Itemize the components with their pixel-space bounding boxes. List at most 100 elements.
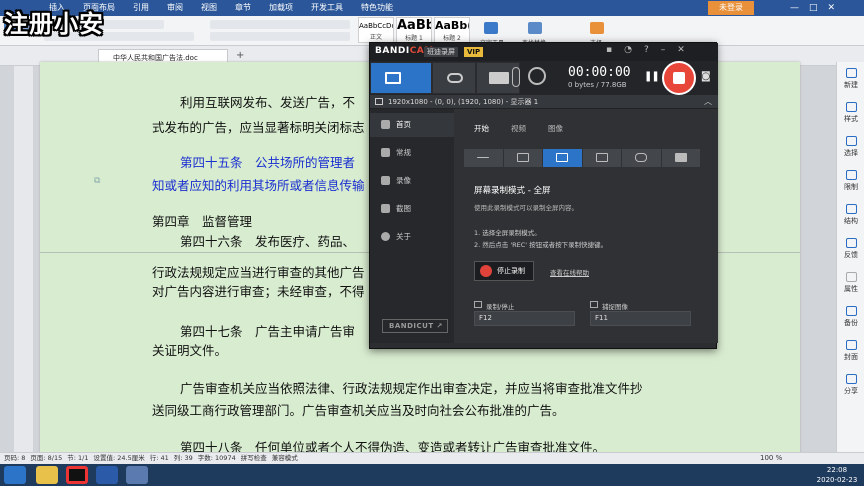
bandicam-tabs: 开始 视频 图像 bbox=[474, 123, 563, 134]
style-heading2[interactable]: AaBb(标题 2 bbox=[434, 17, 470, 43]
right-panel-share[interactable]: 分享 bbox=[837, 374, 864, 396]
sidebar-item-image[interactable]: 截图 bbox=[370, 197, 454, 221]
share-icon bbox=[845, 374, 857, 384]
explorer-taskbar-icon[interactable] bbox=[36, 466, 58, 484]
right-panel-structure[interactable]: 结构 bbox=[837, 204, 864, 226]
sidebar-item-general[interactable]: 常规 bbox=[370, 141, 454, 165]
tab-developer[interactable]: 开发工具 bbox=[302, 0, 352, 16]
find-replace-icon[interactable] bbox=[528, 22, 542, 34]
right-panel-properties[interactable]: 属性 bbox=[837, 272, 864, 294]
keyboard-icon bbox=[474, 301, 482, 308]
status-section: 节: 1/1 bbox=[67, 454, 89, 462]
doc-line: 送同级工商行政管理部门。广告审查机关应当及时向社会公布批准的广告。 bbox=[152, 403, 565, 418]
webcam-icon[interactable] bbox=[528, 67, 546, 85]
status-compat-mode: 兼容模式 bbox=[271, 454, 298, 462]
bandicut-button[interactable]: BANDICUT ↗ bbox=[382, 319, 448, 333]
hdmi-icon bbox=[674, 153, 687, 162]
screen-mode-button[interactable] bbox=[370, 62, 432, 94]
doc-line: 知或者应知的利用其场所或者信息传输 bbox=[152, 178, 365, 193]
right-panel-feedback[interactable]: 反馈 bbox=[837, 238, 864, 260]
record-dot-icon bbox=[480, 265, 492, 277]
tab-addins[interactable]: 加载项 bbox=[260, 0, 302, 16]
pause-icon[interactable]: ❚❚ bbox=[644, 71, 660, 82]
right-panel-new[interactable]: 新建 bbox=[837, 68, 864, 90]
status-spellcheck[interactable]: 拼写检查 bbox=[241, 452, 267, 464]
vip-badge[interactable]: VIP bbox=[464, 47, 484, 57]
bandicam-taskbar-icon[interactable] bbox=[66, 466, 88, 484]
sidebar-item-label: 关于 bbox=[396, 232, 411, 241]
right-panel-label: 分享 bbox=[844, 387, 858, 395]
status-items: 页码: 8 页面: 8/15 节: 1/1 设置值: 24.5厘米 行: 41 … bbox=[4, 452, 298, 464]
right-panel-restrict[interactable]: 限制 bbox=[837, 170, 864, 192]
microphone-icon[interactable] bbox=[512, 67, 520, 87]
hotkey-record-field[interactable]: F12 bbox=[474, 311, 575, 326]
mode-rectangle-button[interactable] bbox=[503, 149, 542, 167]
right-panel-style[interactable]: 样式 bbox=[837, 102, 864, 124]
close-button[interactable]: ✕ bbox=[828, 0, 836, 16]
right-panel-label: 结构 bbox=[844, 217, 858, 225]
mode-fullscreen-button[interactable] bbox=[543, 149, 582, 167]
alignment-tools[interactable] bbox=[210, 32, 350, 41]
monitor-icon bbox=[385, 72, 401, 84]
select-icon[interactable] bbox=[590, 22, 604, 34]
right-panel-cover[interactable]: 封面 bbox=[837, 340, 864, 362]
screenshot-camera-icon[interactable]: ◙ bbox=[701, 71, 711, 82]
right-panel-select[interactable]: 选择 bbox=[837, 136, 864, 158]
select-cursor-icon bbox=[845, 136, 857, 146]
right-panel-backup[interactable]: 备份 bbox=[837, 306, 864, 328]
zoom-level[interactable]: 100 % bbox=[760, 452, 782, 464]
instruction-step-2: 2. 然后点击 'REC' 按钮或者按下录制快捷键。 bbox=[474, 241, 608, 249]
style-heading1[interactable]: AaBb 标题 1 bbox=[396, 17, 432, 43]
text-tools-icon[interactable] bbox=[484, 22, 498, 34]
lock-icon[interactable]: ▪ bbox=[606, 45, 612, 55]
hotkey-capture-field[interactable]: F11 bbox=[590, 311, 691, 326]
record-mode-selector bbox=[464, 149, 700, 167]
right-panel-label: 新建 bbox=[844, 81, 858, 89]
mode-back-button[interactable] bbox=[464, 149, 503, 167]
minimize-icon[interactable]: – bbox=[661, 45, 666, 55]
status-word-count[interactable]: 字数: 10974 bbox=[198, 452, 236, 464]
right-side-panel: 新建 样式 选择 限制 结构 反馈 属性 备份 封面 分享 bbox=[836, 62, 864, 452]
mode-device-button[interactable] bbox=[661, 149, 700, 167]
doc-line: 式发布的广告，应当显著标明关闭标志 bbox=[152, 120, 365, 135]
style-normal[interactable]: AaBbCcDd 正文 bbox=[358, 17, 394, 43]
help-icon[interactable]: ? bbox=[644, 45, 649, 55]
clock-time: 22:08 bbox=[826, 466, 848, 474]
start-button[interactable] bbox=[4, 466, 26, 484]
gear-icon bbox=[381, 148, 390, 157]
online-help-link[interactable]: 查看在线帮助 bbox=[550, 267, 589, 277]
mode-game-button[interactable] bbox=[622, 149, 661, 167]
wps-taskbar-icon[interactable] bbox=[96, 466, 118, 484]
tab-references[interactable]: 引用 bbox=[124, 0, 158, 16]
login-button[interactable]: 未登录 bbox=[708, 1, 754, 15]
game-mode-button[interactable] bbox=[432, 62, 476, 94]
tab-start[interactable]: 开始 bbox=[474, 123, 489, 134]
feedback-icon bbox=[845, 238, 857, 248]
tab-view[interactable]: 视图 bbox=[192, 0, 226, 16]
status-column: 列: 39 bbox=[173, 454, 193, 462]
bandicam-window: BANDICAM 班迪录屏 VIP ▪ ◔ ? – ✕ 00:00:00 0 b… bbox=[369, 42, 718, 349]
new-tab-button[interactable]: + bbox=[236, 50, 244, 61]
tab-special[interactable]: 特色功能 bbox=[352, 0, 402, 16]
tab-image[interactable]: 图像 bbox=[548, 123, 563, 134]
tab-review[interactable]: 审阅 bbox=[158, 0, 192, 16]
sidebar-item-home[interactable]: 首页 bbox=[370, 113, 454, 137]
new-icon bbox=[845, 68, 857, 78]
system-clock[interactable]: 22:08 2020-02-23 bbox=[812, 465, 862, 485]
window-region-icon bbox=[375, 98, 383, 105]
status-page-number: 页码: 8 bbox=[4, 454, 26, 462]
sidebar-item-about[interactable]: 关于 bbox=[370, 225, 454, 249]
sidebar-item-video[interactable]: 录像 bbox=[370, 169, 454, 193]
tab-video[interactable]: 视频 bbox=[511, 123, 526, 134]
app-taskbar-icon[interactable] bbox=[126, 466, 148, 484]
close-icon[interactable]: ✕ bbox=[677, 45, 685, 55]
paragraph-tools[interactable] bbox=[210, 20, 350, 29]
mode-cursor-area-button[interactable] bbox=[582, 149, 621, 167]
hotkey-capture-label: 捕捉图像 bbox=[602, 303, 628, 311]
minimize-button[interactable]: — bbox=[790, 0, 799, 16]
clock-icon[interactable]: ◔ bbox=[624, 45, 632, 55]
collapse-chevron-icon[interactable]: ︿ bbox=[704, 96, 712, 107]
tab-chapter[interactable]: 章节 bbox=[226, 0, 260, 16]
maximize-button[interactable]: □ bbox=[809, 0, 818, 16]
mode-heading: 屏幕录制模式 - 全屏 bbox=[474, 186, 551, 196]
